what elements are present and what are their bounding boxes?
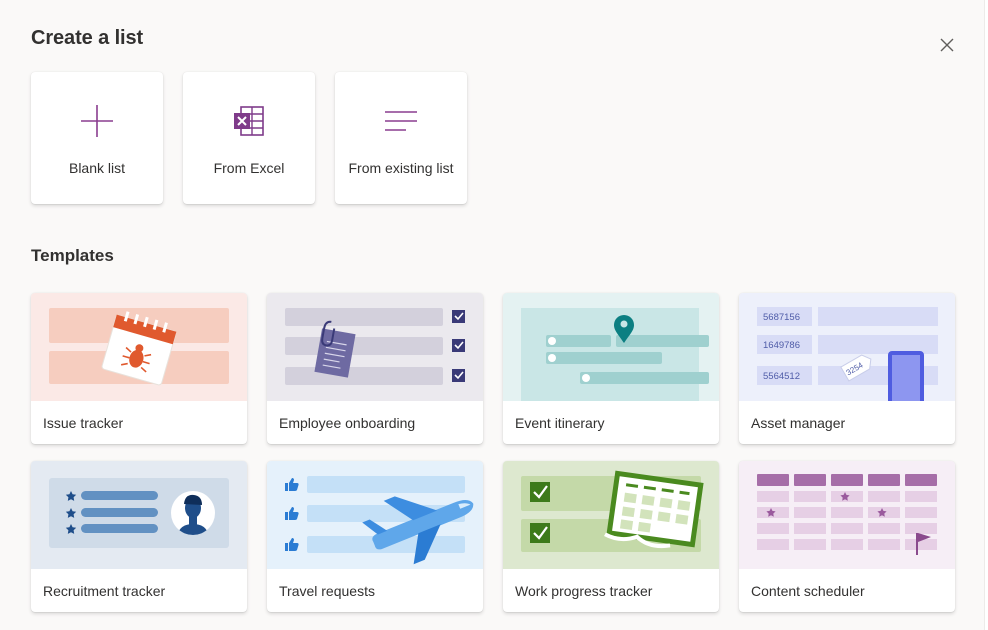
asset-number-3: 5564512 [763,371,800,382]
close-icon [940,38,954,52]
template-employee-onboarding[interactable]: Employee onboarding [267,293,483,444]
template-asset-manager[interactable]: 5687156 1649786 5564512 3254 Asset manag… [739,293,955,444]
from-existing-list-label: From existing list [348,160,454,176]
template-travel-requests[interactable]: Travel requests [267,461,483,612]
calendar-chart-icon [604,470,704,549]
from-excel-card[interactable]: From Excel [183,72,315,204]
blank-list-card[interactable]: Blank list [31,72,163,204]
asset-number-1: 5687156 [763,312,800,323]
recruitment-tracker-label: Recruitment tracker [43,583,166,599]
from-excel-label: From Excel [213,160,285,176]
template-work-progress-tracker[interactable]: Work progress tracker [503,461,719,612]
template-recruitment-tracker[interactable]: Recruitment tracker [31,461,247,612]
work-progress-tracker-illustration [503,461,719,569]
event-itinerary-label: Event itinerary [515,415,605,431]
template-issue-tracker[interactable]: Issue tracker [31,293,247,444]
issue-tracker-label: Issue tracker [43,415,124,431]
plus-icon [81,105,113,137]
excel-icon [234,106,264,136]
dialog-title: Create a list [31,27,144,49]
template-event-itinerary[interactable]: Event itinerary [503,293,719,444]
asset-number-2: 1649786 [763,340,800,351]
panel-right-edge [984,0,988,630]
checkbox-icons [452,310,465,382]
asset-manager-illustration: 5687156 1649786 5564512 3254 [739,293,955,401]
event-itinerary-illustration [503,293,719,401]
template-content-scheduler[interactable]: Content scheduler [739,461,955,612]
travel-requests-illustration [267,461,483,569]
phone-icon [888,351,924,401]
issue-tracker-illustration [31,293,247,401]
templates-heading: Templates [31,246,114,265]
close-button[interactable] [934,32,960,58]
recruitment-tracker-illustration [31,461,247,569]
employee-onboarding-label: Employee onboarding [279,415,416,431]
from-existing-list-card[interactable]: From existing list [335,72,467,204]
asset-manager-label: Asset manager [751,415,846,431]
travel-requests-label: Travel requests [279,583,375,599]
work-progress-tracker-label: Work progress tracker [515,583,653,599]
blank-list-label: Blank list [68,160,126,176]
content-scheduler-label: Content scheduler [751,583,865,599]
list-lines-icon [385,111,417,131]
content-scheduler-illustration [739,461,955,569]
employee-onboarding-illustration [267,293,483,401]
